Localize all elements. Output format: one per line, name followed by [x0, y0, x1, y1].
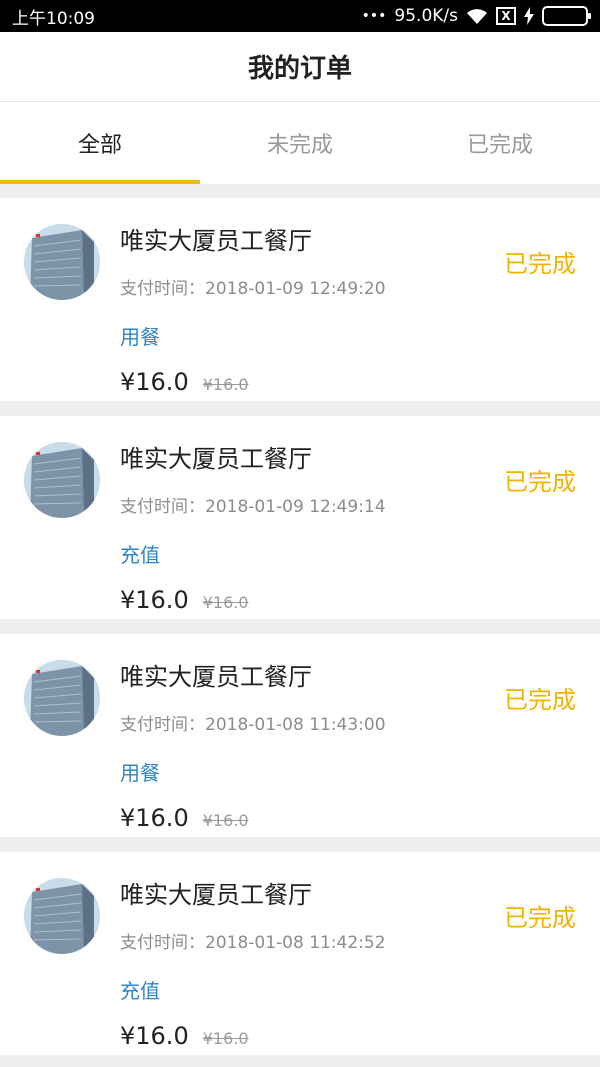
order-status: 已完成 — [504, 250, 576, 278]
order-card[interactable]: 唯实大厦员工餐厅 支付时间：2018-01-09 12:49:14 充值 ¥16… — [0, 416, 600, 619]
status-time: 上午10:09 — [12, 8, 95, 29]
restaurant-building-image — [24, 224, 100, 300]
network-speed: 95.0K/s — [394, 6, 458, 26]
order-status: 已完成 — [504, 904, 576, 932]
battery-icon — [542, 6, 591, 26]
price: ¥16.0 — [120, 1022, 189, 1050]
charging-icon — [524, 7, 534, 25]
order-type: 用餐 — [120, 761, 160, 785]
order-type: 充值 — [120, 979, 160, 1003]
status-bar: 上午10:09 ••• 95.0K/s X — [0, 0, 600, 32]
order-card[interactable]: 唯实大厦员工餐厅 支付时间：2018-01-08 11:42:52 充值 ¥16… — [0, 852, 600, 1055]
page-header: 我的订单 — [0, 32, 600, 102]
tab-all[interactable]: 全部 — [0, 102, 200, 184]
order-tabs: 全部 未完成 已完成 — [0, 102, 600, 184]
price-row: ¥16.0 ¥16.0 — [120, 804, 580, 832]
order-list: 唯实大厦员工餐厅 支付时间：2018-01-09 12:49:20 用餐 ¥16… — [0, 184, 600, 1055]
sim-off-icon: X — [496, 7, 516, 25]
restaurant-building-image — [24, 442, 100, 518]
price: ¥16.0 — [120, 804, 189, 832]
restaurant-building-image — [24, 660, 100, 736]
tab-unfinished[interactable]: 未完成 — [200, 102, 400, 184]
order-type: 充值 — [120, 543, 160, 567]
order-card[interactable]: 唯实大厦员工餐厅 支付时间：2018-01-09 12:49:20 用餐 ¥16… — [0, 198, 600, 401]
status-icons: ••• 95.0K/s X — [361, 6, 591, 26]
price-row: ¥16.0 ¥16.0 — [120, 1022, 580, 1050]
order-card[interactable]: 唯实大厦员工餐厅 支付时间：2018-01-08 11:43:00 用餐 ¥16… — [0, 634, 600, 837]
restaurant-building-image — [24, 878, 100, 954]
page-title: 我的订单 — [247, 54, 352, 84]
tab-finished[interactable]: 已完成 — [400, 102, 600, 184]
price: ¥16.0 — [120, 586, 189, 614]
price-row: ¥16.0 ¥16.0 — [120, 368, 580, 396]
order-type: 用餐 — [120, 325, 160, 349]
wifi-icon — [466, 7, 488, 25]
original-price: ¥16.0 — [202, 593, 249, 612]
original-price: ¥16.0 — [202, 1029, 249, 1048]
dots-icon: ••• — [361, 8, 387, 24]
original-price: ¥16.0 — [202, 811, 249, 830]
original-price: ¥16.0 — [202, 375, 249, 394]
price: ¥16.0 — [120, 368, 189, 396]
order-status: 已完成 — [504, 686, 576, 714]
price-row: ¥16.0 ¥16.0 — [120, 586, 580, 614]
order-status: 已完成 — [504, 468, 576, 496]
